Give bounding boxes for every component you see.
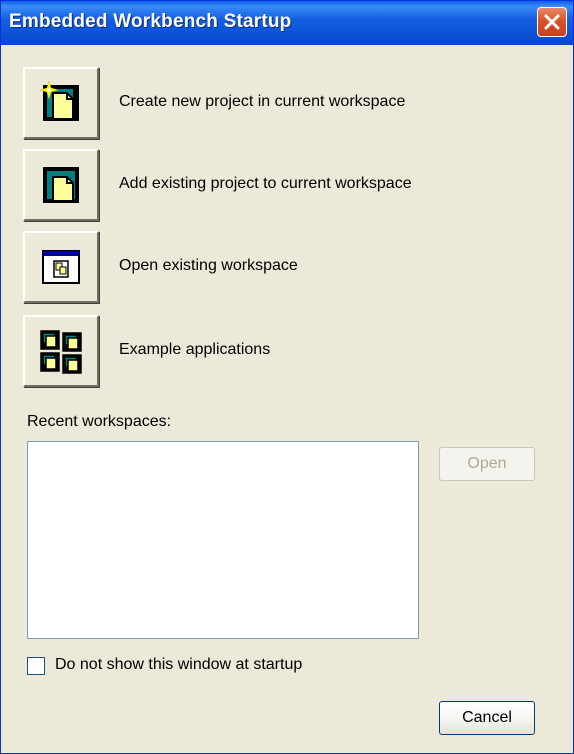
title-bar[interactable]: Embedded Workbench Startup [1, 1, 573, 45]
add-existing-project-label: Add existing project to current workspac… [119, 175, 412, 192]
new-project-icon [39, 80, 79, 121]
open-workspace-icon [42, 250, 80, 284]
open-button[interactable]: Open [439, 447, 535, 481]
open-existing-workspace-label: Open existing workspace [119, 257, 298, 274]
example-applications-icon [40, 330, 82, 374]
create-new-project-label: Create new project in current workspace [119, 93, 406, 110]
close-icon [544, 14, 560, 30]
startup-dialog: Embedded Workbench Startup Create new pr… [0, 0, 574, 754]
close-button[interactable] [537, 7, 567, 37]
example-applications-label: Example applications [119, 341, 271, 358]
window-title: Embedded Workbench Startup [9, 11, 292, 32]
add-project-icon [43, 167, 79, 203]
cancel-button[interactable]: Cancel [439, 701, 535, 735]
example-applications-button[interactable] [23, 315, 99, 387]
add-existing-project-button[interactable] [23, 149, 99, 221]
startup-checkbox[interactable] [27, 657, 45, 675]
open-existing-workspace-button[interactable] [23, 231, 99, 303]
dialog-body: Create new project in current workspace … [1, 45, 573, 753]
recent-workspaces-list[interactable] [27, 441, 419, 639]
startup-checkbox-label: Do not show this window at startup [55, 656, 303, 673]
create-new-project-button[interactable] [23, 67, 99, 139]
recent-workspaces-label: Recent workspaces: [27, 413, 172, 430]
